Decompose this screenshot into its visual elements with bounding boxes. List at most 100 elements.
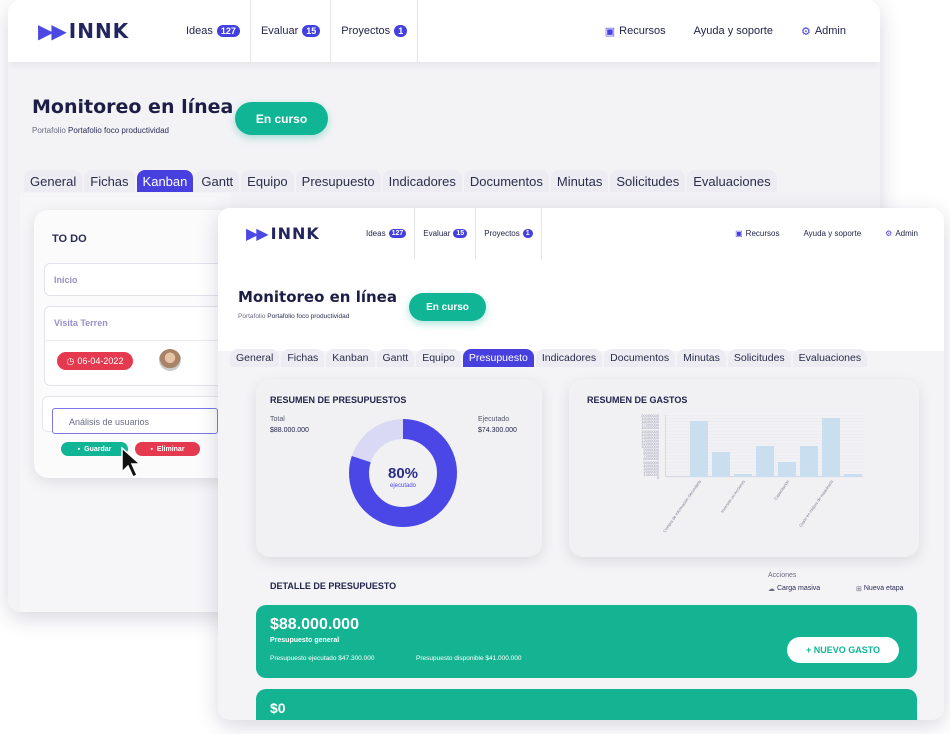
delete-label: Eliminar bbox=[156, 445, 185, 453]
nav-proyectos[interactable]: Proyectos 1 bbox=[476, 208, 542, 259]
kanban-card-visita[interactable]: Visita Terren ◷ 06-04-2022 bbox=[44, 306, 229, 386]
expenses-bar-chart bbox=[665, 415, 864, 478]
nav-recursos[interactable]: ▣ Recursos bbox=[605, 25, 666, 38]
kanban-card-inicio[interactable]: Inicio bbox=[44, 263, 229, 296]
new-expense-button[interactable]: + NUEVO GASTO bbox=[787, 637, 899, 663]
tab-indicadores[interactable]: Indicadores bbox=[535, 349, 603, 367]
available-budget-text: Presupuesto disponible $41.000.000 bbox=[416, 655, 522, 662]
tab-gantt[interactable]: Gantt bbox=[195, 170, 240, 192]
portfolio-name: Portafolio foco productividad bbox=[267, 313, 350, 320]
budget-detail-title: DETALLE DE PRESUPUESTO bbox=[270, 581, 397, 591]
bulk-upload-button[interactable]: ☁ Carga masiva bbox=[768, 585, 820, 593]
tab-equipo[interactable]: Equipo bbox=[416, 349, 461, 367]
tab-equipo[interactable]: Equipo bbox=[241, 170, 294, 192]
total-value: $88.000.000 bbox=[270, 427, 309, 434]
nav-recursos[interactable]: ▣ Recursos bbox=[735, 229, 779, 238]
brand-logo[interactable]: ▶▶ INNK bbox=[246, 224, 366, 243]
nav-ayuda[interactable]: Ayuda y soporte bbox=[803, 229, 861, 238]
nav-evaluar[interactable]: Evaluar 15 bbox=[251, 0, 332, 62]
save-button[interactable]: ▪ Guardar bbox=[61, 442, 128, 456]
tab-solicitudes[interactable]: Solicitudes bbox=[610, 170, 686, 192]
add-stage-icon: ⊞ bbox=[856, 586, 862, 593]
delete-button[interactable]: ▪ Eliminar bbox=[135, 442, 200, 456]
expense-bar[interactable] bbox=[756, 446, 774, 477]
gear-icon: ⚙ bbox=[885, 229, 893, 238]
brand-name: INNK bbox=[68, 19, 130, 43]
tab-solicitudes[interactable]: Solicitudes bbox=[727, 349, 791, 367]
nav-proyectos[interactable]: Proyectos 1 bbox=[331, 0, 419, 62]
x-tick-label: Compra de información Secundaria bbox=[661, 479, 703, 534]
tab-kanban[interactable]: Kanban bbox=[326, 349, 375, 367]
nav-admin-label: Admin bbox=[814, 25, 846, 37]
expense-bar[interactable] bbox=[734, 473, 752, 477]
tab-presupuesto[interactable]: Presupuesto bbox=[295, 170, 381, 192]
general-budget-label: Presupuesto general bbox=[270, 637, 340, 644]
brand-logo[interactable]: ▶▶ INNK bbox=[38, 19, 186, 43]
tab-minutas[interactable]: Minutas bbox=[677, 349, 726, 367]
front-portfolio: Portafolio Portafolio foco productividad bbox=[238, 313, 349, 320]
tab-documentos[interactable]: Documentos bbox=[604, 349, 676, 367]
brand-mark-icon: ▶▶ bbox=[246, 224, 269, 243]
tab-fichas[interactable]: Fichas bbox=[84, 170, 135, 192]
nav-ideas-badge: 127 bbox=[216, 25, 240, 37]
expenses-x-axis: Compra de información Secundaria Inversió… bbox=[661, 479, 863, 549]
tab-documentos[interactable]: Documentos bbox=[463, 170, 549, 192]
task-name-input[interactable]: Análisis de usuarios bbox=[52, 408, 218, 434]
nav-evaluar[interactable]: Evaluar 15 bbox=[415, 208, 477, 259]
expense-bar[interactable] bbox=[844, 473, 862, 477]
x-tick-label: Inversión en Acciones bbox=[719, 479, 747, 514]
avatar[interactable] bbox=[159, 349, 181, 371]
tab-kanban[interactable]: Kanban bbox=[136, 170, 194, 192]
nav-ideas[interactable]: Ideas 127 bbox=[186, 0, 251, 62]
tab-fichas[interactable]: Fichas bbox=[281, 349, 325, 367]
expense-bar[interactable] bbox=[778, 461, 796, 477]
tab-gantt[interactable]: Gantt bbox=[376, 349, 415, 367]
secondary-budget-band: $0 bbox=[256, 689, 917, 720]
tab-presupuesto[interactable]: Presupuesto bbox=[462, 349, 534, 367]
due-date-badge[interactable]: ◷ 06-04-2022 bbox=[57, 352, 133, 370]
nav-admin-label: Admin bbox=[895, 229, 918, 238]
cursor-pointer-icon bbox=[120, 446, 144, 485]
tab-general[interactable]: General bbox=[24, 170, 83, 192]
kanban-card-label: Visita Terren bbox=[54, 318, 108, 328]
front-status-pill[interactable]: En curso bbox=[409, 293, 486, 321]
general-budget-band: $88.000.000 Presupuesto general Presupue… bbox=[256, 605, 917, 678]
portfolio-label: Portafolio bbox=[32, 126, 66, 135]
nav-admin[interactable]: ⚙ Admin bbox=[801, 25, 846, 38]
back-status-pill[interactable]: En curso bbox=[235, 102, 328, 135]
save-icon: ▪ bbox=[77, 445, 81, 453]
expense-bar[interactable] bbox=[800, 446, 818, 477]
expense-bar[interactable] bbox=[712, 452, 730, 477]
nav-ideas[interactable]: Ideas 127 bbox=[366, 208, 416, 259]
tab-general[interactable]: General bbox=[230, 349, 280, 367]
tab-evaluaciones[interactable]: Evaluaciones bbox=[792, 349, 868, 367]
nav-evaluar-label: Evaluar bbox=[260, 25, 299, 37]
expense-bar[interactable] bbox=[690, 421, 708, 477]
nav-proyectos-badge: 1 bbox=[522, 229, 533, 238]
tab-minutas[interactable]: Minutas bbox=[550, 170, 609, 192]
nav-recursos-label: Recursos bbox=[745, 229, 780, 238]
nav-admin[interactable]: ⚙ Admin bbox=[885, 229, 918, 238]
clock-icon: ◷ bbox=[66, 355, 75, 366]
new-stage-button[interactable]: ⊞ Nueva etapa bbox=[856, 585, 904, 593]
x-tick-label: Gasto en mejora de maquinaria bbox=[797, 479, 835, 528]
back-topbar: ▶▶ INNK Ideas 127 Evaluar 15 Proyectos 1… bbox=[8, 0, 880, 62]
nav-ayuda-label: Ayuda y soporte bbox=[693, 25, 773, 37]
new-stage-label: Nueva etapa bbox=[863, 585, 904, 592]
tab-indicadores[interactable]: Indicadores bbox=[382, 170, 462, 192]
secondary-budget-amount: $0 bbox=[270, 700, 286, 716]
trash-icon: ▪ bbox=[150, 445, 153, 453]
nav-ideas-badge: 127 bbox=[388, 229, 407, 238]
cloud-upload-icon: ☁ bbox=[768, 586, 775, 593]
actions-label: Acciones bbox=[768, 572, 797, 579]
gear-icon: ⚙ bbox=[800, 25, 811, 38]
tab-evaluaciones[interactable]: Evaluaciones bbox=[687, 170, 777, 192]
task-name-value: Análisis de usuarios bbox=[69, 417, 150, 427]
nav-ayuda[interactable]: Ayuda y soporte bbox=[694, 25, 773, 37]
budget-summary-card: RESUMEN DE PRESUPUESTOS Total $88.000.00… bbox=[256, 379, 542, 557]
new-card-form: Análisis de usuarios bbox=[42, 396, 232, 434]
front-topbar: ▶▶ INNK Ideas 127 Evaluar 15 Proyectos 1… bbox=[218, 208, 944, 259]
resources-icon: ▣ bbox=[735, 229, 743, 238]
expense-bar[interactable] bbox=[822, 418, 840, 477]
nav-proyectos-badge: 1 bbox=[394, 25, 408, 37]
